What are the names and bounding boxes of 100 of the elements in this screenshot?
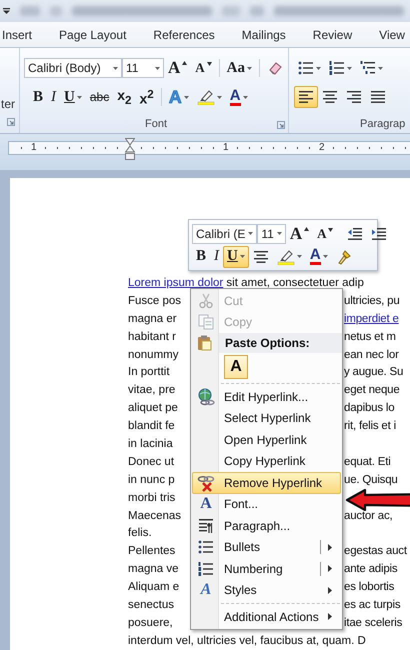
ribbon-tab[interactable]: Page Layout [58,24,128,46]
ribbon-button[interactable]: ter [1,97,16,111]
strike-button[interactable]: abc [86,86,114,108]
text-line: interdum vel, ultricies vel, faucibus at, quam. D [128,634,366,647]
menu-item[interactable]: Open Hyperlink [192,429,341,450]
text-line: Fusce pos [128,294,182,307]
underline-button[interactable]: U [60,86,86,108]
grow-font-button[interactable]: A [164,57,192,79]
paragraph-icon [198,518,214,534]
font-icon: A [200,495,212,514]
dialog-launcher-icon[interactable] [7,118,15,126]
text-line: rit, felis et i [344,420,396,432]
text-line: senectus [128,598,174,611]
menu-item[interactable]: Select Hyperlink [192,408,341,429]
pages-icon [198,314,214,330]
group-label: Paragrap [360,118,406,130]
align-left-button[interactable] [294,86,318,108]
menu-item[interactable]: Copy Hyperlink [192,450,341,472]
text-line: habitant r [128,330,176,343]
font-name-box[interactable]: Calibri (E [192,224,258,244]
paste-option-button[interactable]: A [224,355,248,379]
menu-item[interactable]: Edit Hyperlink... [192,386,341,408]
menu-item[interactable]: Bullets [192,536,341,558]
font-color-button[interactable]: A [306,246,332,268]
submenu-arrow-icon [328,586,332,594]
down-caret-icon [206,62,212,66]
ribbon-tab[interactable]: Review [312,24,354,46]
menu-item[interactable]: A Styles [192,580,341,601]
text-line: magna ve [128,563,179,576]
ribbon-tab[interactable]: References [152,24,216,46]
dialog-launcher-icon[interactable] [277,121,285,129]
grow-font-button[interactable]: A [286,222,314,244]
font-name-box[interactable]: Calibri (Body) [24,58,122,78]
text-line: netus et m [344,330,396,343]
text-line: magna er [128,312,177,325]
text-line: nonummy [128,348,178,360]
text-line: blandit fe [128,420,175,432]
text-line: felis. [128,527,152,540]
text-line: In porttit [128,366,170,378]
font-size-box[interactable]: 11 [257,224,286,244]
bold-button[interactable]: B [192,246,210,268]
text-line: auctor ac, [344,510,392,522]
menu-item[interactable]: Paragraph... [192,515,341,536]
font-color-button[interactable]: A [226,86,252,108]
shrink-font-button[interactable]: A [191,57,216,79]
bullets-icon [298,60,314,76]
indent-marker-icon[interactable] [125,138,135,160]
italic-button[interactable]: I [47,86,60,108]
menu-item[interactable]: Additional Actions [192,606,341,628]
ribbon-tab[interactable]: Insert [1,24,34,46]
menu-item[interactable]: Remove Hyperlink [192,472,341,494]
text-line: Pellentes [128,545,176,558]
quick-access-menu-icon[interactable] [3,8,10,14]
caret-icon [347,66,352,70]
text-line: egestas auct [344,545,407,558]
menu-item[interactable]: Numbering [192,558,341,580]
hyperlink[interactable]: imperdiet e [344,312,399,325]
menu-item[interactable]: A Font... [192,494,341,515]
text-line: vitae, pre [128,384,176,396]
change-case-button[interactable]: Aa [222,57,256,79]
submenu-arrow-icon [328,613,332,620]
broken-link-icon [197,474,215,492]
text-line: aliquet pe [128,402,178,414]
align-center-icon [322,89,338,105]
globe-link-icon [197,388,215,406]
justify-icon [370,89,386,105]
text-line: Donec ut [128,456,174,468]
up-caret-icon [304,226,310,230]
group-label: Font [144,118,167,130]
superscript-button[interactable]: x$^{2}$ [136,86,158,108]
bold-button[interactable]: B [29,86,48,108]
hyperlink[interactable]: Lorem ipsum dolor [128,276,224,289]
caret-icon [184,96,189,98]
font-size-box[interactable]: 11 [122,58,164,78]
underline-button[interactable]: U [223,246,249,268]
text-line: es lobortis [344,581,394,594]
shrink-font-button[interactable]: A [313,222,338,244]
text-line: in lacinia [128,438,173,450]
down-caret-icon [328,228,334,232]
ribbon-tab[interactable]: Mailings [240,24,287,46]
caret-icon [296,255,302,258]
text-line: ultricies, pu [344,294,400,307]
format-painter-icon [336,248,352,264]
subscript-button[interactable]: x$_{2}$ [113,86,136,108]
scissors-icon [198,292,214,309]
clear-format-icon [267,60,284,76]
italic-button[interactable]: I [210,246,224,268]
highlight-icon [276,248,295,264]
styles-icon: A [200,581,212,600]
text-line: Lorem ipsum dolor sit amet, consectetuer adip [128,276,364,289]
ribbon-tab[interactable]: View [378,24,406,46]
numbering-icon [329,60,345,76]
text-line: dapibus lo [344,402,394,414]
align-left-icon [298,89,314,105]
multilevel-icon [360,60,376,76]
clipboard-icon [196,335,212,351]
indent-increase-icon [371,226,388,242]
caret-icon [322,255,328,258]
text-line: es ac turpis [344,598,400,611]
caret-icon [276,232,282,235]
